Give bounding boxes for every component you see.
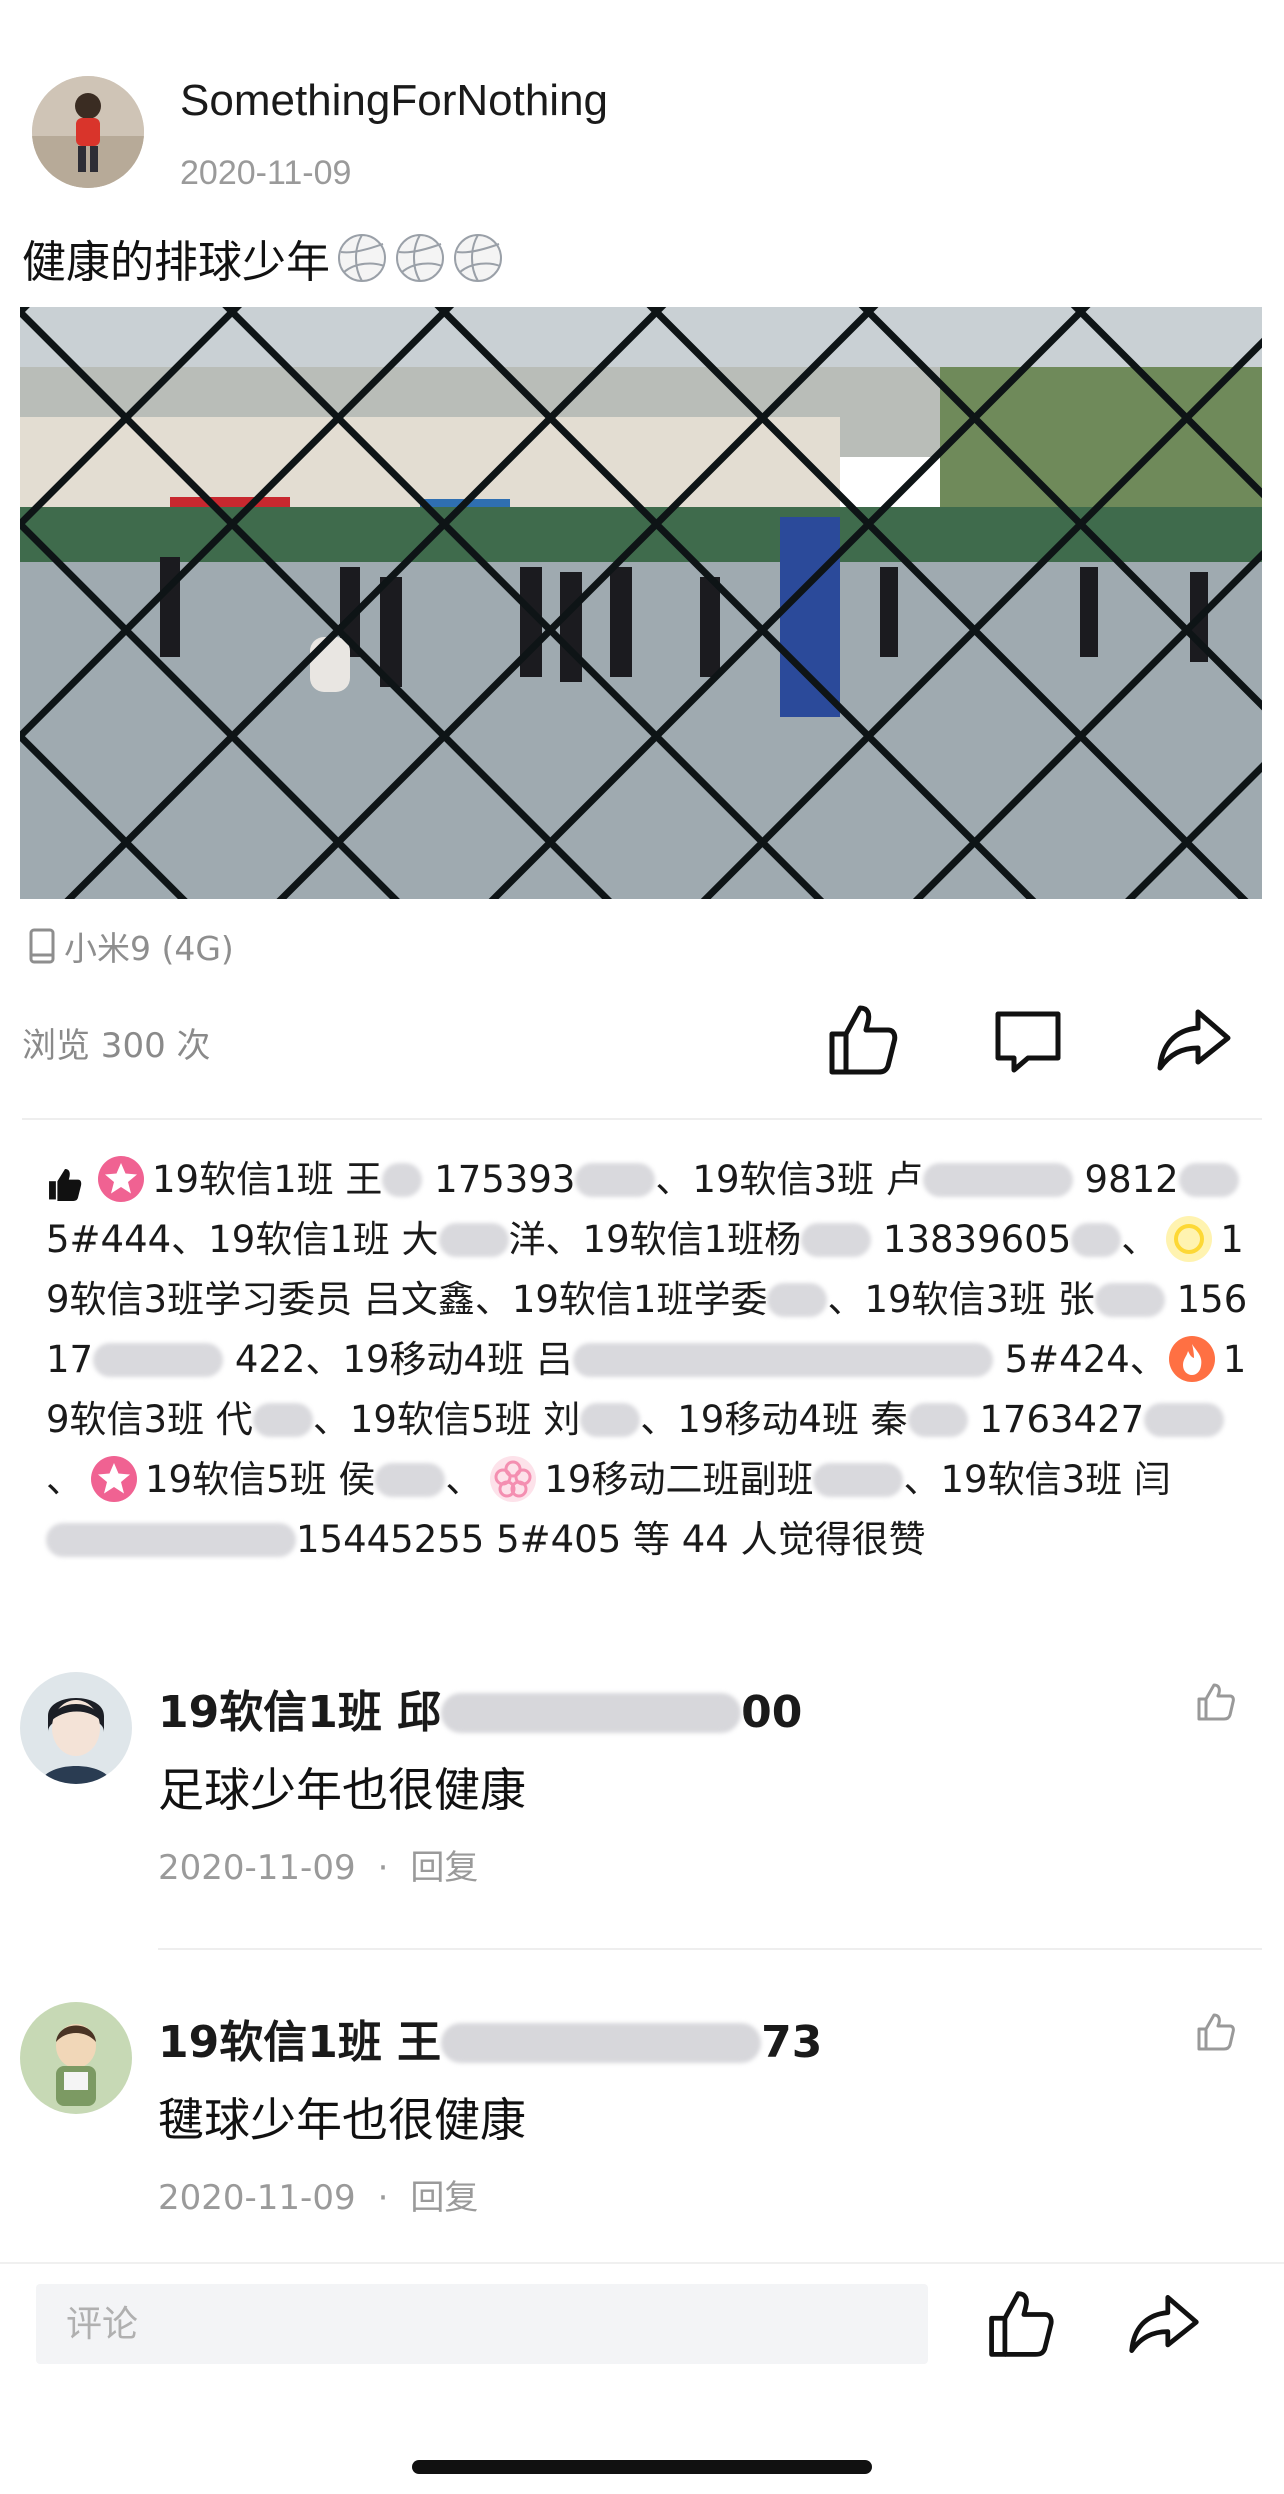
flower-badge-icon [490, 1456, 537, 1502]
author-avatar[interactable] [32, 76, 144, 188]
comment-date: 2020-11-09 [158, 2178, 356, 2218]
star-badge-icon [91, 1456, 137, 1502]
post-actions: 浏览 300 次 [22, 1000, 1262, 1080]
device-name: 小米9 (4G) [64, 929, 234, 968]
volleyball-icon [338, 234, 386, 282]
comment-date: 2020-11-09 [158, 1848, 356, 1888]
post-date: 2020-11-09 [180, 154, 352, 192]
author-name[interactable]: SomethingForNothing [180, 76, 608, 126]
commenter-name[interactable]: 19软信1班 王 73 [158, 2006, 822, 2070]
volleyball-icon [396, 234, 444, 282]
post-photo[interactable] [20, 307, 1262, 899]
sun-badge-icon [1166, 1216, 1213, 1262]
commenter-name[interactable]: 19软信1班 邱 00 [158, 1676, 802, 1740]
likes-list: 19软信1班 王 175393 、19软信3班 卢 9812 5#444、19软信… [46, 1150, 1261, 1570]
comment-like-icon[interactable] [1194, 2010, 1238, 2054]
volleyball-icon [454, 234, 502, 282]
meta-separator: · [377, 1848, 389, 1888]
share-icon[interactable] [1154, 1000, 1234, 1080]
comment-icon[interactable] [988, 1000, 1068, 1080]
star-badge-icon [98, 1156, 144, 1202]
like-icon[interactable] [824, 1000, 904, 1080]
reply-button[interactable]: 回复 [410, 1848, 478, 1888]
home-indicator[interactable] [412, 2460, 872, 2474]
device-info: 小米9 (4G) [28, 922, 234, 970]
comment-input[interactable] [36, 2284, 928, 2364]
liker-name[interactable]: 19软信1班 王 [152, 1158, 382, 1201]
view-count: 浏览 300 次 [22, 1026, 211, 1066]
fire-badge-icon [1168, 1336, 1215, 1382]
reply-button[interactable]: 回复 [410, 2178, 478, 2218]
post-header: SomethingForNothing 2020-11-09 [32, 76, 1252, 196]
thumbs-up-icon [49, 1169, 82, 1201]
phone-icon [29, 928, 55, 964]
comment-text: 足球少年也很健康 [158, 1763, 526, 1817]
meta-separator: · [377, 2178, 389, 2218]
post-text: 健康的排球少年 [22, 226, 504, 290]
comment-text: 毽球少年也很健康 [158, 2093, 526, 2147]
post-body: 健康的排球少年 [22, 237, 330, 288]
comment-item: 19软信1班 邱 00 足球少年也很健康 2020-11-09 · 回复 [20, 1672, 1260, 1912]
comment-item: 19软信1班 王 73 毽球少年也很健康 2020-11-09 · 回复 [20, 2002, 1260, 2242]
commenter-avatar[interactable] [20, 2002, 132, 2114]
divider [22, 1118, 1262, 1120]
share-icon[interactable] [1126, 2286, 1202, 2362]
comment-meta: 2020-11-09 · 回复 [158, 1840, 478, 1889]
like-icon[interactable] [984, 2286, 1060, 2362]
divider [158, 1948, 1262, 1950]
commenter-avatar[interactable] [20, 1672, 132, 1784]
comment-like-icon[interactable] [1194, 1680, 1238, 1724]
comment-meta: 2020-11-09 · 回复 [158, 2170, 478, 2219]
bottom-bar [0, 2262, 1284, 2494]
